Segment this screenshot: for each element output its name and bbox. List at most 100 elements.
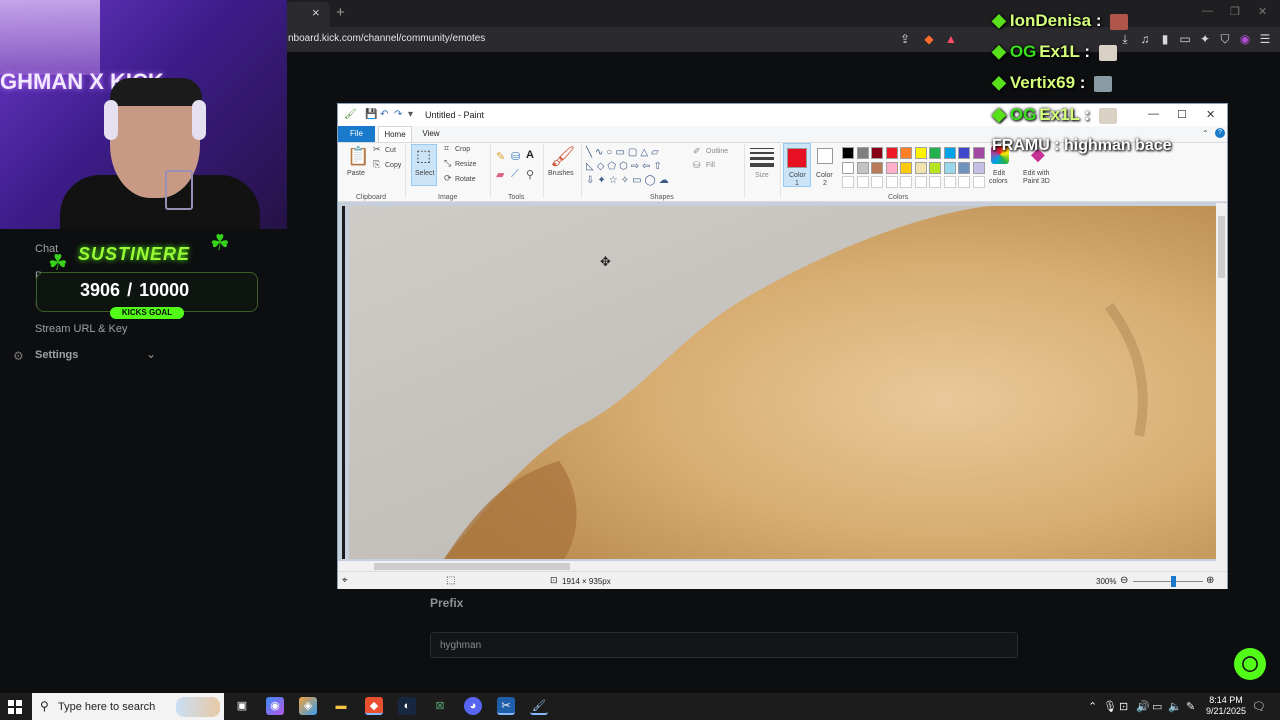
windows-start-icon[interactable] <box>8 700 22 714</box>
color-swatch[interactable] <box>871 161 883 174</box>
help-icon[interactable]: ? <box>1215 128 1225 138</box>
custom-color-slot[interactable] <box>856 176 869 188</box>
color-swatch[interactable] <box>929 147 941 159</box>
speaker-icon[interactable]: 🔈 <box>1168 700 1182 713</box>
sidebar-icon[interactable]: ▮ <box>1158 32 1172 46</box>
tab-view[interactable]: View <box>416 126 446 142</box>
zoom-in-icon[interactable]: ⊕ <box>1206 575 1214 586</box>
outline-button[interactable]: Outline <box>706 148 728 155</box>
url-text[interactable]: nboard.kick.com/channel/community/emotes <box>288 33 485 44</box>
media-icon[interactable]: ♫ <box>1138 32 1152 46</box>
color-swatch[interactable] <box>929 161 941 174</box>
resize-icon[interactable]: ⤡ <box>444 158 451 169</box>
brave-browser-icon[interactable]: ◆ <box>365 697 383 715</box>
chevron-down-icon[interactable]: ⌄ <box>146 347 156 361</box>
copy-button[interactable]: Copy <box>385 162 401 169</box>
search-input[interactable]: Type here to search <box>58 701 155 713</box>
share-icon[interactable]: ⇪ <box>898 32 912 46</box>
color-swatch[interactable] <box>900 147 912 159</box>
custom-color-slot[interactable] <box>871 176 883 188</box>
cut-icon[interactable]: ✂ <box>373 144 381 155</box>
file-explorer-icon[interactable]: ▬ <box>332 697 350 715</box>
sidebar-item-stream-key[interactable]: Stream URL & Key <box>35 323 128 335</box>
tray-overflow-icon[interactable]: ⌃ <box>1088 700 1097 713</box>
brave-rewards-icon[interactable]: ▲ <box>944 32 958 46</box>
canvas[interactable] <box>349 206 1216 559</box>
tab-close-icon[interactable]: × <box>312 5 320 20</box>
paint-close-icon[interactable]: ✕ <box>1206 108 1215 121</box>
snipping-tool-icon[interactable]: ✂ <box>497 697 515 715</box>
display-icon[interactable]: ▭ <box>1152 700 1162 713</box>
paint-maximize-icon[interactable]: ☐ <box>1177 108 1187 121</box>
leo-icon[interactable]: ✦ <box>1198 32 1212 46</box>
paste-button[interactable]: Paste <box>347 170 365 177</box>
save-icon[interactable]: 💾 <box>365 109 377 120</box>
microphone-icon[interactable]: 🎙 <box>1103 700 1117 713</box>
vpn-icon[interactable]: ⛉ <box>1218 32 1232 46</box>
minimize-icon[interactable]: — <box>1202 5 1213 17</box>
custom-color-slot[interactable] <box>943 176 956 188</box>
edit-colors-line2[interactable]: colors <box>989 178 1008 185</box>
tab-home[interactable]: Home <box>378 126 412 142</box>
custom-color-slot[interactable] <box>914 176 927 188</box>
undo-icon[interactable]: ↶ <box>380 109 388 120</box>
color-swatch[interactable] <box>885 147 898 159</box>
color2-swatch[interactable] <box>817 148 833 164</box>
close-icon[interactable]: ✕ <box>1258 5 1267 18</box>
xbox-icon[interactable]: ⊠ <box>431 697 449 715</box>
zoom-out-icon[interactable]: ⊖ <box>1120 575 1128 586</box>
color-swatch[interactable] <box>972 147 985 159</box>
custom-color-slot[interactable] <box>885 176 898 188</box>
color-swatch[interactable] <box>943 161 956 174</box>
edit-colors-line1[interactable]: Edit <box>993 170 1005 177</box>
copy-icon[interactable]: ⎘ <box>373 159 380 170</box>
custom-color-slot[interactable] <box>972 176 985 188</box>
paste-icon[interactable]: 📋 <box>347 146 369 167</box>
sidebar-item-settings[interactable]: Settings <box>35 349 78 361</box>
edit-3d-line1[interactable]: Edit with <box>1023 170 1049 177</box>
color-swatch[interactable] <box>842 147 854 159</box>
wallet-icon[interactable]: ▭ <box>1178 32 1192 46</box>
maximize-icon[interactable]: ❐ <box>1230 5 1240 18</box>
text-icon[interactable]: A <box>526 149 534 161</box>
color-swatch[interactable] <box>914 161 927 174</box>
extension-icon[interactable]: ◉ <box>1238 32 1252 46</box>
notification-icon[interactable]: 🗨 <box>1252 700 1266 713</box>
rotate-icon[interactable]: ⟳ <box>444 173 452 184</box>
color-swatch[interactable] <box>958 147 970 159</box>
steam-icon[interactable]: ◐ <box>398 697 416 715</box>
pen-icon[interactable]: ✎ <box>1186 700 1195 713</box>
qat-dropdown-icon[interactable]: ▾ <box>408 109 413 120</box>
support-chat-button[interactable]: ◯ <box>1234 648 1266 680</box>
pencil-icon[interactable]: ✎ <box>496 150 505 163</box>
magnifier-icon[interactable]: ⚲ <box>526 168 534 181</box>
zoom-slider[interactable] <box>1133 581 1203 582</box>
network-icon[interactable]: ⊡ <box>1119 700 1128 713</box>
color-swatch[interactable] <box>871 147 883 159</box>
redo-icon[interactable]: ↷ <box>394 109 402 120</box>
color-swatch[interactable] <box>914 147 927 159</box>
color-swatch[interactable] <box>972 161 985 174</box>
prefix-input[interactable]: hyghman <box>430 632 1018 658</box>
fill-bucket-icon[interactable]: ⛁ <box>511 150 520 163</box>
custom-color-slot[interactable] <box>929 176 941 188</box>
size-icon[interactable] <box>750 148 774 167</box>
new-tab-icon[interactable]: + <box>336 4 345 21</box>
custom-color-slot[interactable] <box>842 176 854 188</box>
tab-file[interactable]: File <box>338 126 375 142</box>
brush-icon[interactable]: 🖌 <box>550 144 575 169</box>
paint-taskbar-icon[interactable]: 🖌 <box>530 697 548 715</box>
shapes-gallery[interactable]: ╲∿○▭▢△▱ ◺◇⬠⬡⇨⇦⇧ ⇩✦☆✧▭◯☁ <box>586 146 684 186</box>
menu-icon[interactable]: ☰ <box>1258 32 1272 46</box>
brushes-button[interactable]: Brushes <box>548 170 574 177</box>
fill-button[interactable]: Fill <box>706 162 715 169</box>
vertical-scroll-thumb[interactable] <box>1218 216 1225 278</box>
color-swatch[interactable] <box>856 161 869 174</box>
crop-icon[interactable]: ⌗ <box>444 143 449 154</box>
discord-icon[interactable]: ◕ <box>464 697 482 715</box>
task-view-icon[interactable]: ▣ <box>233 697 251 715</box>
custom-color-slot[interactable] <box>958 176 970 188</box>
cut-button[interactable]: Cut <box>385 147 396 154</box>
color-swatch[interactable] <box>842 161 854 174</box>
copilot-app-icon[interactable]: ◈ <box>299 697 317 715</box>
